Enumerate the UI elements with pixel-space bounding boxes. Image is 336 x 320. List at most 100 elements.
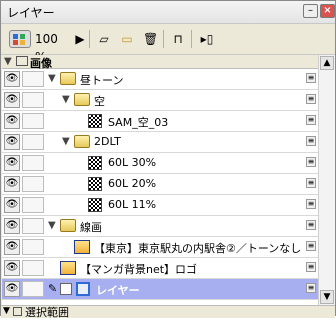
visibility-eye-icon[interactable]: 👁 bbox=[4, 92, 20, 108]
visibility-eye-icon[interactable]: 👁 bbox=[4, 281, 20, 297]
tone-icon bbox=[88, 156, 102, 170]
layer-label: 60L 11% bbox=[108, 198, 157, 211]
lock-toggle[interactable] bbox=[22, 71, 44, 87]
layer-mask-icon bbox=[60, 283, 72, 295]
expand-arrow-icon[interactable]: ▼ bbox=[62, 94, 70, 105]
tone-icon bbox=[88, 177, 102, 191]
layer-row[interactable]: 👁 ▼ 昼トーン ≡ bbox=[2, 69, 318, 90]
layer-label: 2DLT bbox=[94, 135, 121, 148]
raster-layer-icon bbox=[76, 282, 90, 296]
scrollbar[interactable]: ▲ ▼ bbox=[318, 55, 335, 305]
new-layer-icon[interactable]: ▱ bbox=[97, 30, 111, 48]
layer-options-icon[interactable]: ≡ bbox=[306, 94, 316, 104]
selection-label: 選択範囲 bbox=[25, 306, 69, 319]
layer-row[interactable]: 👁 ▼ 線画 ≡ bbox=[2, 216, 318, 237]
visibility-eye-icon[interactable]: 👁 bbox=[4, 71, 20, 87]
layer-row[interactable]: 👁 【マンガ背景net】ロゴ ≡ bbox=[2, 258, 318, 279]
toolbar-divider bbox=[191, 30, 192, 48]
lock-toggle[interactable] bbox=[22, 197, 44, 213]
layer-options-icon[interactable]: ≡ bbox=[306, 136, 316, 146]
lock-toggle[interactable] bbox=[22, 260, 44, 276]
toolbar-divider bbox=[89, 30, 90, 48]
minimize-button[interactable]: – bbox=[303, 4, 318, 18]
folder-icon bbox=[60, 219, 76, 232]
layer-label: 線画 bbox=[80, 221, 102, 234]
layer-options-icon[interactable]: ≡ bbox=[306, 199, 316, 209]
selection-icon bbox=[13, 307, 22, 316]
visibility-eye-icon[interactable]: 👁 bbox=[4, 134, 20, 150]
layer-options-icon[interactable]: ≡ bbox=[306, 178, 316, 188]
visibility-eye-icon[interactable]: 👁 bbox=[4, 176, 20, 192]
selection-bar: ▼ 選択範囲 bbox=[1, 305, 335, 319]
lock-toggle[interactable] bbox=[22, 134, 44, 150]
export-icon[interactable]: ▸▯ bbox=[199, 30, 215, 48]
layer-stack-icon[interactable] bbox=[9, 30, 31, 48]
layer-label: 【東京】東京駅丸の内駅舎②／トーンなし bbox=[94, 242, 302, 255]
pen-icon: ✎ bbox=[48, 282, 58, 295]
lock-toggle[interactable] bbox=[22, 218, 44, 234]
image-icon bbox=[16, 56, 28, 66]
visibility-eye-icon[interactable]: 👁 bbox=[4, 155, 20, 171]
layer-row[interactable]: 👁 60L 11% ≡ bbox=[2, 195, 318, 216]
layer-label: SAM_空_03 bbox=[108, 116, 169, 129]
play-arrow-icon[interactable]: ▶ bbox=[75, 30, 85, 48]
lock-toggle[interactable] bbox=[22, 176, 44, 192]
scroll-up-button[interactable]: ▲ bbox=[320, 56, 334, 70]
lock-toggle[interactable] bbox=[22, 113, 44, 129]
layer-options-icon[interactable]: ≡ bbox=[306, 73, 316, 83]
layer-options-icon[interactable]: ≡ bbox=[306, 115, 316, 125]
lock-icon[interactable]: ⊓ bbox=[171, 30, 185, 48]
visibility-eye-icon[interactable]: 👁 bbox=[4, 260, 20, 276]
layer-label: 60L 30% bbox=[108, 156, 157, 169]
layer-list: ▼ 画像 👁 ▼ 昼トーン ≡ 👁 ▼ 空 ≡ 👁 SAM_空_03 ≡ 👁 ▼ 2DLT ≡ 👁 60L 30… bbox=[2, 55, 334, 305]
new-folder-icon[interactable]: ▭ bbox=[119, 30, 135, 48]
layer-row[interactable]: 👁 SAM_空_03 ≡ bbox=[2, 111, 318, 132]
layer-row[interactable]: 👁 ▼ 2DLT ≡ bbox=[2, 132, 318, 153]
trash-icon[interactable]: 🗑 bbox=[143, 30, 158, 48]
file-layer-icon bbox=[74, 240, 90, 254]
collapse-arrow-icon[interactable]: ▼ bbox=[4, 56, 12, 67]
visibility-eye-icon[interactable]: 👁 bbox=[4, 218, 20, 234]
title-bar: レイヤー – × bbox=[1, 1, 335, 24]
folder-icon bbox=[60, 72, 76, 85]
layer-options-icon[interactable]: ≡ bbox=[306, 157, 316, 167]
visibility-eye-icon[interactable]: 👁 bbox=[4, 239, 20, 255]
lock-toggle[interactable] bbox=[22, 281, 44, 297]
opacity-value: 100 % bbox=[35, 32, 58, 64]
layer-options-icon[interactable]: ≡ bbox=[306, 283, 316, 293]
layer-row[interactable]: 👁 ▼ 空 ≡ bbox=[2, 90, 318, 111]
layer-panel: レイヤー – × 100 % ▶ ▱ ▭ 🗑 ⊓ ▸▯ ▼ 画像 👁 ▼ 昼トーン ≡… bbox=[0, 0, 336, 319]
lock-toggle[interactable] bbox=[22, 239, 44, 255]
layer-options-icon[interactable]: ≡ bbox=[306, 262, 316, 272]
layer-row[interactable]: 👁 ✎ レイヤー ≡ bbox=[2, 279, 318, 300]
layer-label: レイヤー bbox=[96, 284, 140, 297]
toolbar: 100 % ▶ ▱ ▭ 🗑 ⊓ ▸▯ bbox=[1, 24, 335, 64]
visibility-eye-icon[interactable]: 👁 bbox=[4, 113, 20, 129]
file-layer-icon bbox=[60, 261, 76, 275]
expand-arrow-icon[interactable]: ▼ bbox=[48, 73, 56, 84]
close-button[interactable]: × bbox=[320, 4, 335, 18]
toolbar-divider bbox=[163, 30, 164, 48]
layer-label: 【マンガ背景net】ロゴ bbox=[80, 263, 198, 276]
visibility-eye-icon[interactable]: 👁 bbox=[4, 197, 20, 213]
layer-options-icon[interactable]: ≡ bbox=[306, 241, 316, 251]
tone-icon bbox=[88, 198, 102, 212]
layer-label: 空 bbox=[94, 95, 105, 108]
expand-arrow-icon[interactable]: ▼ bbox=[48, 220, 56, 231]
folder-icon bbox=[74, 93, 90, 106]
scroll-down-button[interactable]: ▼ bbox=[320, 290, 334, 304]
layer-row[interactable]: 👁 【東京】東京駅丸の内駅舎②／トーンなし ≡ bbox=[2, 237, 318, 258]
layer-row[interactable]: 👁 60L 20% ≡ bbox=[2, 174, 318, 195]
folder-icon bbox=[74, 135, 90, 148]
lock-toggle[interactable] bbox=[22, 155, 44, 171]
expand-arrow-icon[interactable]: ▼ bbox=[62, 136, 70, 147]
lock-toggle[interactable] bbox=[22, 92, 44, 108]
tone-icon bbox=[88, 114, 102, 128]
layer-label: 昼トーン bbox=[80, 74, 124, 87]
window-title: レイヤー bbox=[7, 6, 55, 20]
layer-label: 60L 20% bbox=[108, 177, 157, 190]
image-header-row[interactable]: ▼ 画像 bbox=[2, 55, 318, 70]
selection-arrow-icon: ▼ bbox=[3, 306, 10, 316]
layer-row[interactable]: 👁 60L 30% ≡ bbox=[2, 153, 318, 174]
layer-options-icon[interactable]: ≡ bbox=[306, 220, 316, 230]
